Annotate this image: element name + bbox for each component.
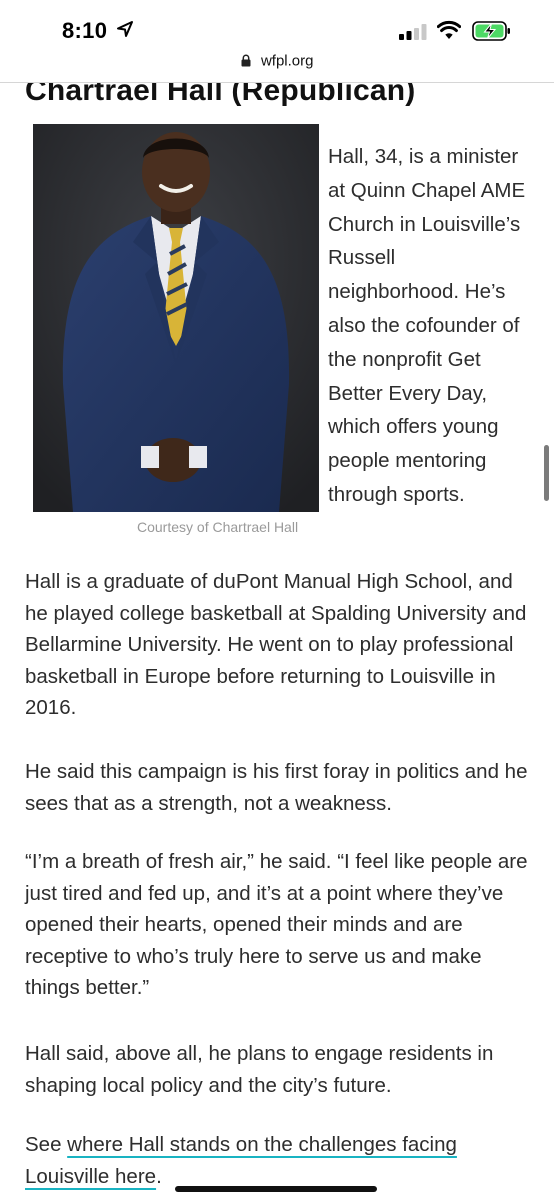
heading-clip: Chartrael Hall (Republican) (0, 83, 554, 123)
portrait-photo (33, 124, 319, 512)
url-text[interactable]: wfpl.org (261, 52, 314, 69)
portrait-illustration (33, 124, 319, 512)
scrollbar-thumb[interactable] (544, 445, 549, 501)
link-prefix: See (25, 1133, 68, 1156)
location-arrow-icon (117, 21, 133, 37)
battery-charging-icon (472, 21, 510, 41)
cellular-signal-icon (399, 24, 427, 40)
address-bar[interactable]: wfpl.org (0, 52, 554, 76)
lock-icon (241, 54, 250, 67)
paragraph-campaign: He said this campaign is his first foray… (25, 760, 528, 815)
challenges-link[interactable]: where Hall stands on the challenges faci… (25, 1133, 457, 1188)
section-heading: Chartrael Hall (Republican) (25, 83, 416, 107)
paragraph-quote: “I’m a breath of fresh air,” he said. “I… (25, 850, 528, 999)
status-time: 8:10 (62, 18, 108, 43)
wifi-icon (437, 20, 461, 39)
paragraph-link: See where Hall stands on the challenges … (25, 1129, 531, 1192)
paragraph-plans: Hall said, above all, he plans to engage… (25, 1042, 494, 1097)
home-indicator[interactable] (175, 1186, 377, 1192)
status-bar: 8:10 (0, 0, 554, 48)
intro-paragraph: Hall, 34, is a minister at Quinn Chapel … (328, 145, 526, 506)
paragraph-background: Hall is a graduate of duPont Manual High… (25, 570, 527, 719)
photo-caption: Courtesy of Chartrael Hall (137, 519, 299, 535)
link-suffix: . (156, 1164, 162, 1188)
